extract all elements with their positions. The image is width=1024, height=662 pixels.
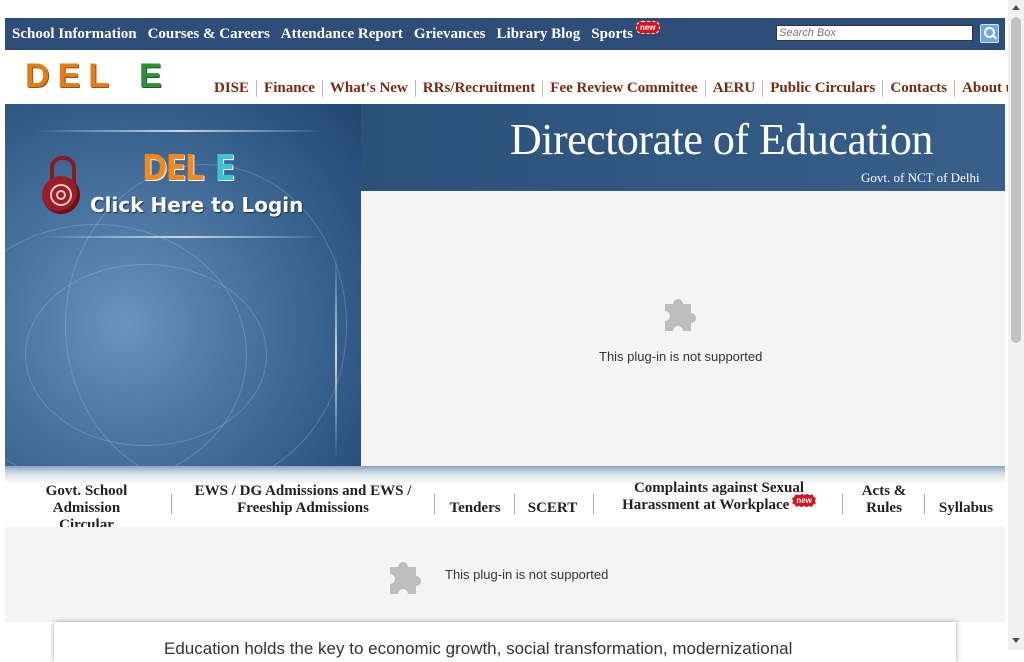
plugin-message: This plug-in is not supported	[445, 567, 609, 582]
top-nav-grievances[interactable]: Grievances	[414, 26, 486, 43]
divider	[35, 130, 325, 132]
top-nav-attendance-report[interactable]: Attendance Report	[281, 26, 403, 43]
bottom-nav-scert[interactable]: SCERT	[525, 500, 580, 517]
scroll-up-arrow-icon[interactable]	[1012, 5, 1020, 10]
intro-text: Education holds the key to economic grow…	[164, 639, 793, 658]
top-nav-school-information[interactable]: School Information	[12, 26, 137, 43]
plugin-placeholder: This plug-in is not supported	[5, 527, 1005, 622]
bottom-nav-acts-rules[interactable]: Acts & Rules	[855, 483, 913, 517]
top-nav-sports-label: Sports	[591, 25, 633, 42]
top-nav-sports[interactable]: Sports new	[591, 20, 660, 43]
scrollbar-thumb[interactable]	[1011, 17, 1021, 343]
plugin-message: This plug-in is not supported	[599, 349, 763, 364]
top-nav-library-blog[interactable]: Library Blog	[497, 26, 581, 43]
divider	[40, 236, 325, 238]
sec-nav-aeru[interactable]: AERU	[704, 79, 763, 97]
sec-nav-fee-review-committee[interactable]: Fee Review Committee	[542, 79, 704, 97]
sec-nav-public-circulars[interactable]: Public Circulars	[762, 79, 882, 97]
divider	[335, 254, 337, 459]
vertical-scrollbar[interactable]	[1008, 0, 1024, 650]
bottom-nav-tenders[interactable]: Tenders	[445, 500, 505, 517]
login-panel: DEL E Click Here to Login	[5, 104, 361, 466]
bottom-nav: Govt. School Admission Circular EWS / DG…	[5, 466, 1005, 533]
top-nav-bar: School Information Courses & Careers Att…	[5, 18, 1005, 50]
login-logo[interactable]: DEL E	[142, 148, 235, 189]
bottom-nav-ews-admissions[interactable]: EWS / DG Admissions and EWS / Freeship A…	[189, 483, 417, 517]
page-title: Directorate of Education	[510, 115, 933, 164]
puzzle-piece-icon	[387, 553, 429, 595]
scroll-down-arrow-icon[interactable]	[1012, 638, 1020, 643]
intro-card: Education holds the key to economic grow…	[54, 622, 956, 662]
puzzle-piece-icon	[662, 290, 704, 332]
sec-nav-finance[interactable]: Finance	[256, 79, 322, 97]
page-subtitle: Govt. of NCT of Delhi	[861, 170, 980, 185]
search-button[interactable]	[980, 24, 999, 43]
search-input[interactable]	[776, 25, 973, 41]
bottom-nav-syllabus[interactable]: Syllabus	[933, 500, 999, 517]
new-badge-icon: new	[635, 20, 660, 34]
secondary-nav: DISE Finance What's New RRs/Recruitment …	[211, 76, 1024, 100]
sec-nav-whats-new[interactable]: What's New	[321, 79, 415, 97]
logo-text-del: DEL	[25, 56, 117, 95]
login-link[interactable]: Click Here to Login	[90, 193, 303, 217]
top-nav-courses-careers[interactable]: Courses & Careers	[148, 26, 270, 43]
site-logo[interactable]: DEL E	[25, 56, 170, 95]
banner: DEL E Click Here to Login Directorate of …	[5, 104, 1005, 466]
page: School Information Courses & Careers Att…	[5, 0, 1020, 662]
sec-nav-dise[interactable]: DISE	[211, 80, 256, 97]
new-badge-icon: new	[792, 494, 816, 507]
sec-nav-contacts[interactable]: Contacts	[882, 79, 954, 97]
logo-text-e: E	[139, 56, 170, 95]
plugin-placeholder: This plug-in is not supported	[361, 191, 1005, 466]
sec-nav-rrs-recruitment[interactable]: RRs/Recruitment	[414, 79, 542, 97]
bottom-nav-complaints-sexual-harassment[interactable]: Complaints against Sexual Harassment at …	[615, 480, 823, 514]
padlock-icon[interactable]	[42, 156, 80, 214]
